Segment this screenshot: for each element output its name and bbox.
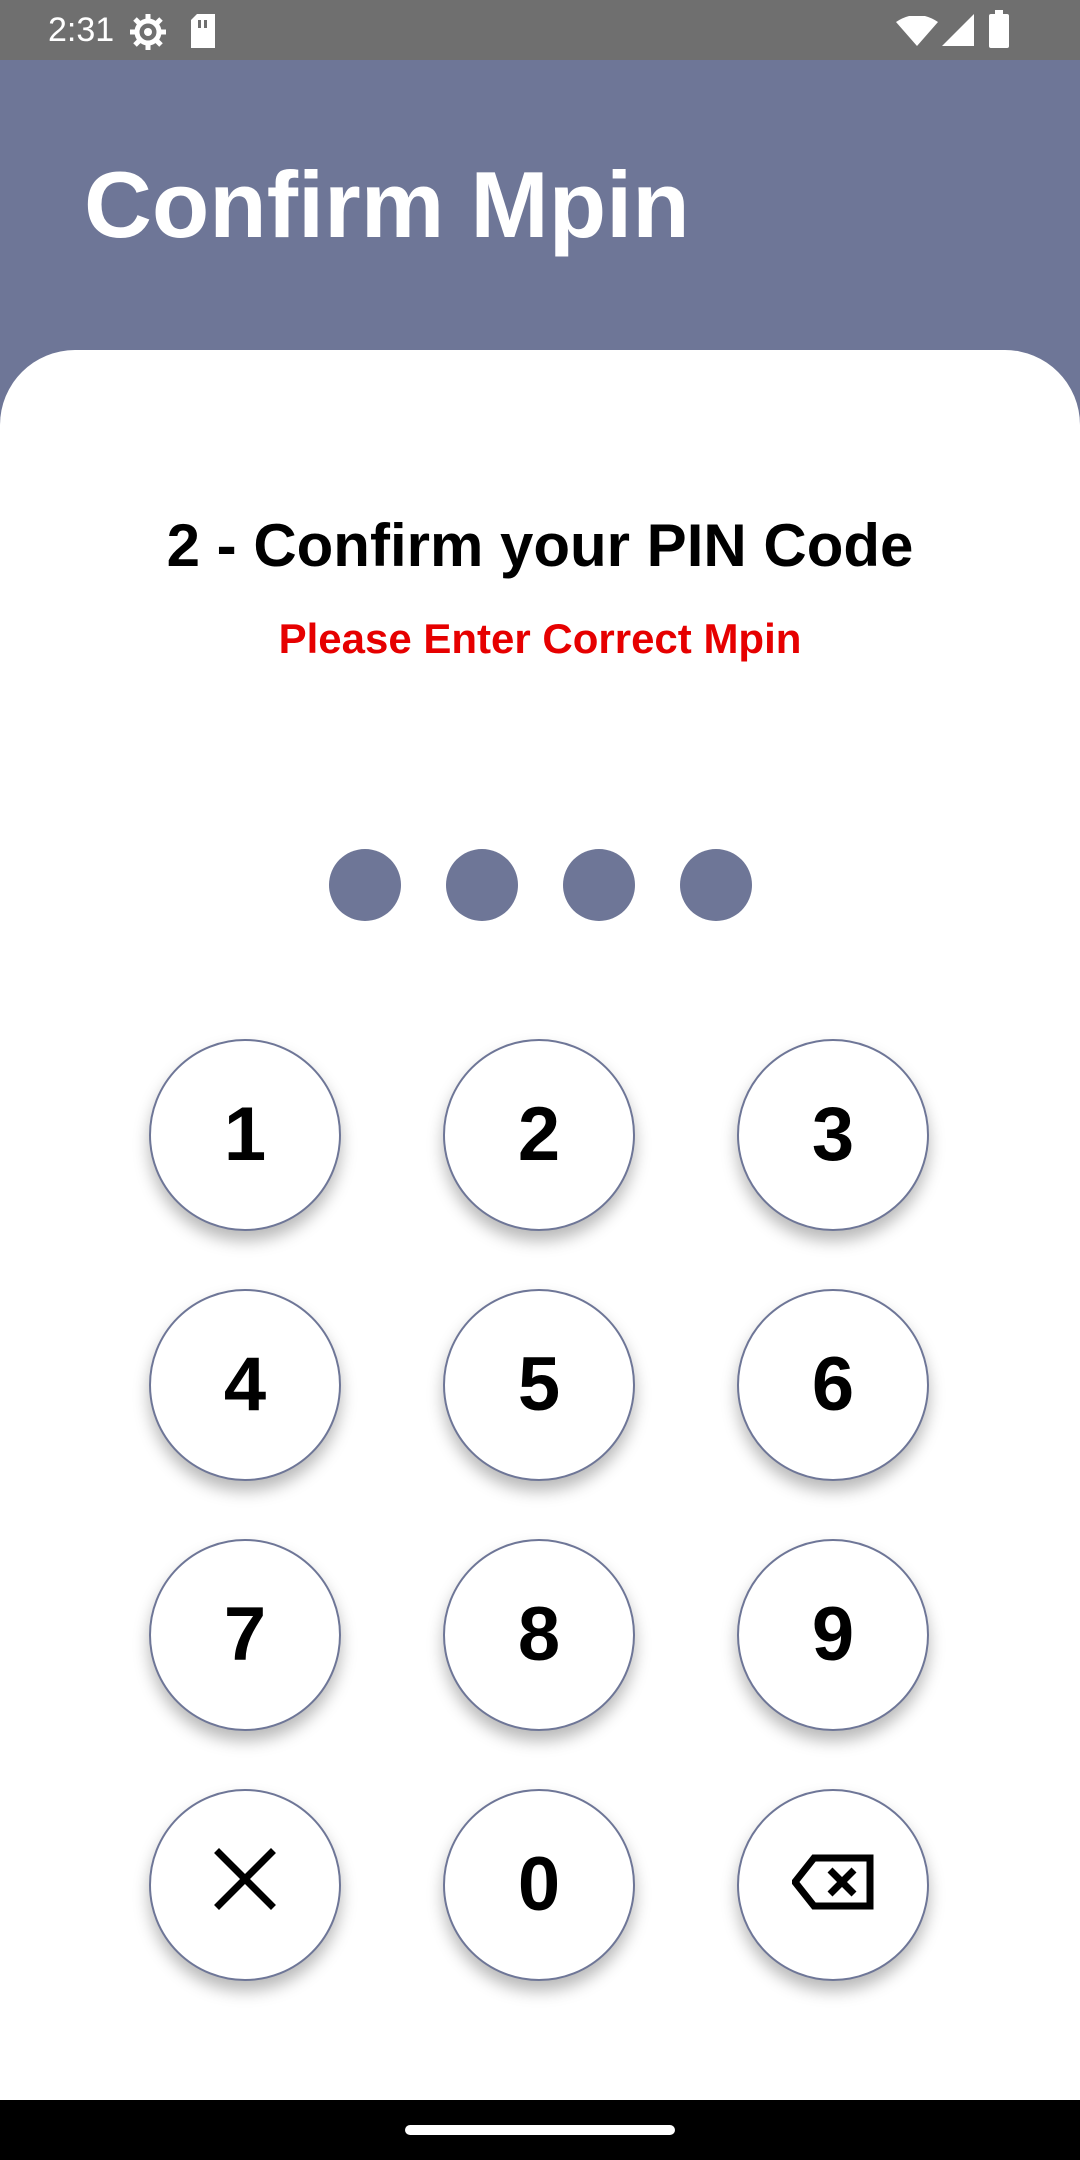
key-5[interactable]: 5 — [443, 1289, 635, 1481]
key-0[interactable]: 0 — [443, 1789, 635, 1981]
key-label: 4 — [223, 1342, 267, 1427]
key-3[interactable]: 3 — [737, 1039, 929, 1231]
clear-button[interactable] — [149, 1789, 341, 1981]
key-label: 6 — [811, 1342, 855, 1427]
key-8[interactable]: 8 — [443, 1539, 635, 1731]
key-label: 9 — [811, 1592, 855, 1677]
key-label: 2 — [517, 1092, 561, 1177]
key-label: 5 — [517, 1342, 561, 1427]
keypad: 1 2 3 4 5 6 7 8 9 0 — [0, 350, 1080, 2100]
key-4[interactable]: 4 — [149, 1289, 341, 1481]
key-label: 3 — [811, 1092, 855, 1177]
status-time: 2:31 — [48, 11, 115, 49]
key-label: 7 — [223, 1592, 267, 1677]
navigation-bar — [0, 2100, 1080, 2160]
key-7[interactable]: 7 — [149, 1539, 341, 1731]
key-label: 1 — [223, 1092, 267, 1177]
wifi-icon — [896, 15, 938, 51]
backspace-button[interactable] — [737, 1789, 929, 1981]
page-title: Confirm Mpin — [84, 152, 690, 257]
close-icon — [213, 1847, 277, 1924]
battery-icon — [988, 10, 1010, 53]
settings-icon — [128, 12, 168, 57]
home-handle[interactable] — [405, 2125, 675, 2135]
key-2[interactable]: 2 — [443, 1039, 635, 1231]
header: Confirm Mpin — [0, 60, 1080, 380]
key-1[interactable]: 1 — [149, 1039, 341, 1231]
status-bar: 2:31 — [0, 0, 1080, 60]
sim-card-icon — [189, 14, 217, 53]
key-6[interactable]: 6 — [737, 1289, 929, 1481]
key-9[interactable]: 9 — [737, 1539, 929, 1731]
key-label: 0 — [517, 1842, 561, 1927]
signal-icon — [942, 14, 974, 51]
pin-card: 2 - Confirm your PIN Code Please Enter C… — [0, 350, 1080, 2100]
backspace-icon — [790, 1847, 874, 1923]
key-label: 8 — [517, 1592, 561, 1677]
